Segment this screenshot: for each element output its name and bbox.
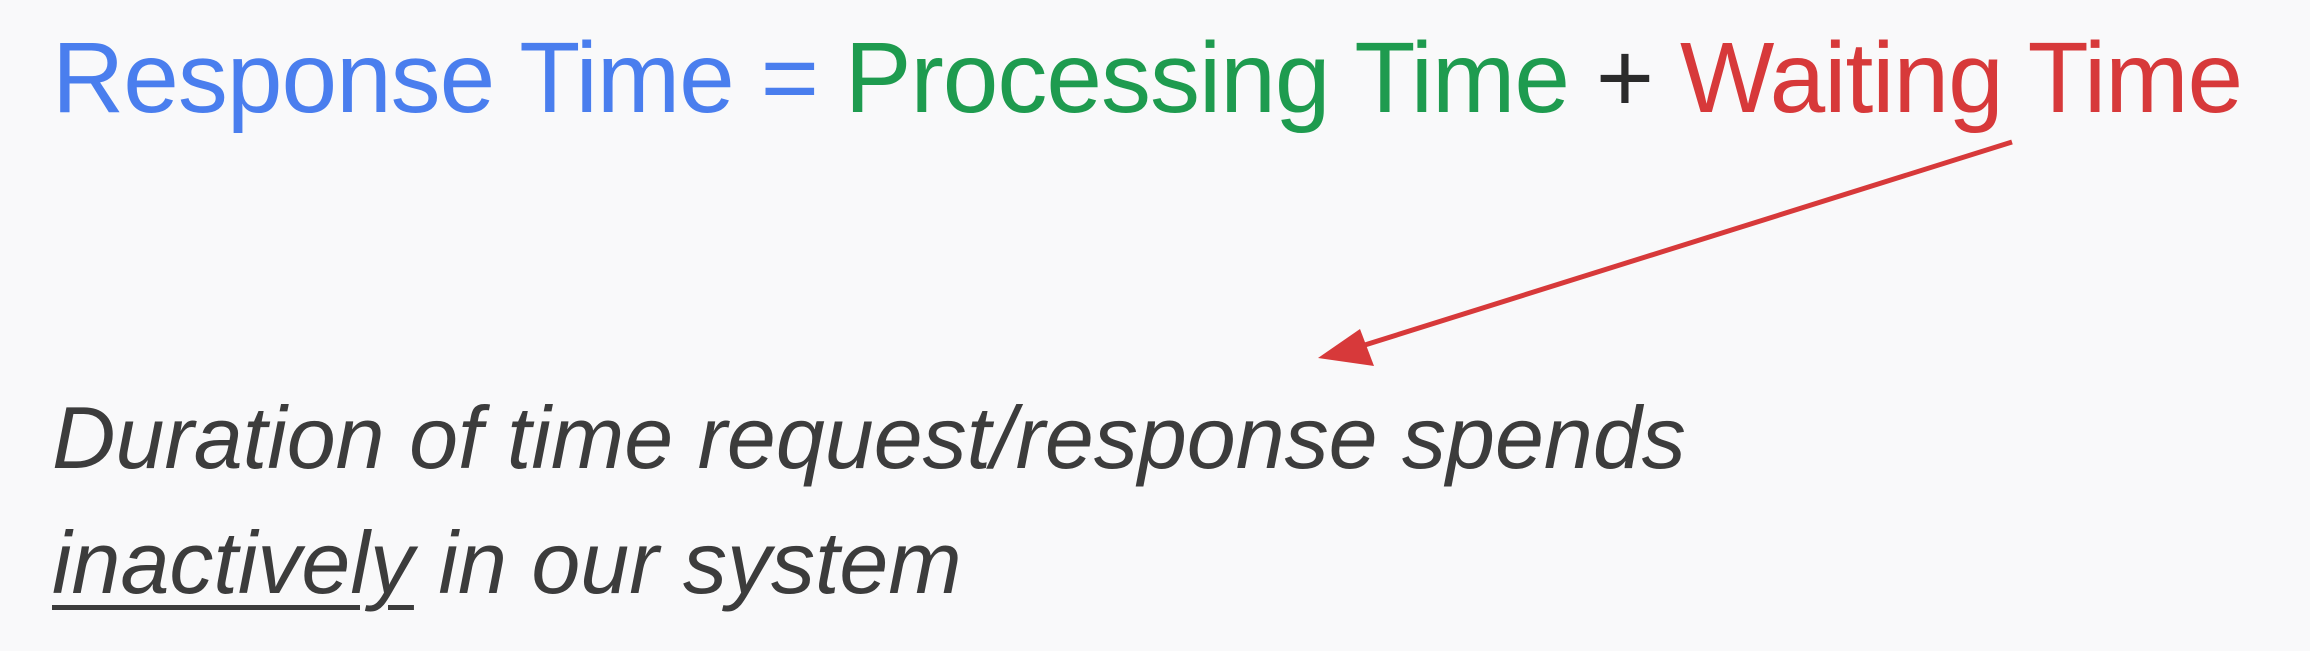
description-line-2-rest: in our system [413, 513, 962, 612]
equals-sign: = [760, 22, 819, 134]
waiting-time-term: Waiting Time [1679, 22, 2243, 134]
underlined-word: inactively [52, 513, 414, 612]
formula: Response Time = Processing Time + Waitin… [52, 18, 2243, 138]
processing-time-term: Processing Time [844, 22, 1570, 134]
description-line-2: inactively in our system [52, 500, 1686, 625]
arrow-head [1318, 329, 1374, 366]
description-line-1: Duration of time request/response spends [52, 388, 1686, 487]
response-time-term: Response Time [52, 22, 735, 134]
arrow-shaft [1351, 139, 2013, 352]
description: Duration of time request/response spends… [52, 375, 1686, 625]
plus-sign: + [1595, 22, 1654, 134]
